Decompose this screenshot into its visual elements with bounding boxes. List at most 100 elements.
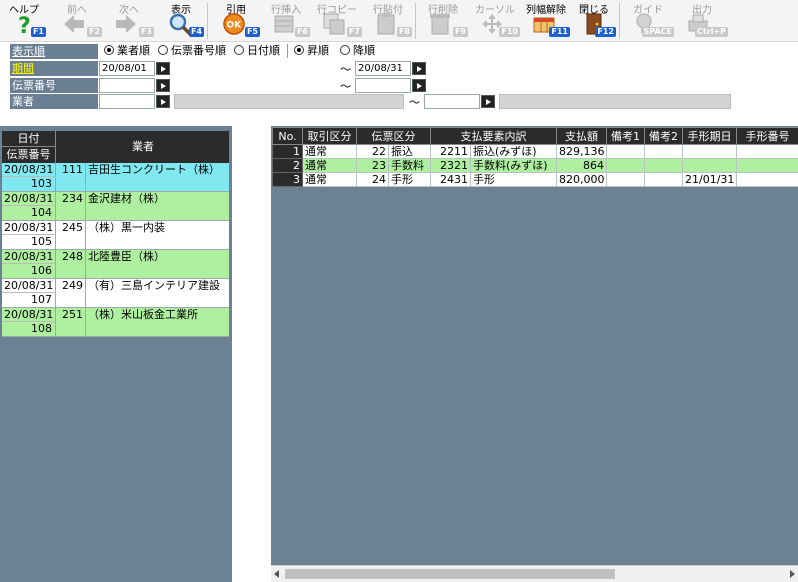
f12-key: F12 (595, 27, 616, 37)
row-insert-button[interactable]: 行挿入 F6 (262, 0, 310, 42)
row-slip-number: 105 (2, 235, 56, 249)
row-date: 20/08/31 (2, 279, 56, 293)
toolbar-separator (415, 3, 416, 39)
space-key: SPACE (641, 27, 674, 37)
display-button[interactable]: 表示 F4 (158, 0, 204, 42)
f6-key: F6 (294, 27, 310, 37)
period-to-dropdown-button[interactable] (412, 62, 426, 75)
row-paste-button[interactable]: 行貼付 F8 (364, 0, 412, 42)
slip-tilde: ～ (340, 80, 351, 93)
detail-table: No. 取引区分 伝票区分 支払要素内訳 支払額 備考1 備考2 手形期日 手形… (272, 127, 798, 187)
row-detail-code[interactable]: 2211 (430, 144, 471, 159)
row-slip-category[interactable]: 手数料 (388, 158, 431, 173)
horizontal-scrollbar[interactable] (271, 565, 798, 582)
row-memo1[interactable] (606, 172, 645, 187)
row-memo1[interactable] (606, 158, 645, 173)
row-number[interactable]: 1 (272, 144, 303, 159)
column-width-reset-button[interactable]: 列幅解除 F11 (522, 0, 570, 42)
row-amount[interactable]: 864 (556, 158, 607, 173)
row-amount[interactable]: 829,136 (556, 144, 607, 159)
row-detail-code[interactable]: 2321 (430, 158, 471, 173)
row-amount[interactable]: 820,000 (556, 172, 607, 187)
slip-from-input[interactable] (99, 78, 155, 93)
row-kind[interactable]: 通常 (302, 158, 357, 173)
period-label[interactable]: 期間 (10, 61, 98, 77)
slip-list-row[interactable]: 20/08/31 104 234 金沢建材（株） (2, 192, 229, 221)
row-memo2[interactable] (644, 144, 683, 159)
descending-radio[interactable]: 降順 (340, 44, 375, 58)
descending-label: 降順 (353, 44, 375, 57)
scroll-thumb[interactable] (285, 569, 615, 579)
guide-button[interactable]: ガイド SPACE (622, 0, 674, 42)
ok-stamp-icon: OK (223, 13, 245, 35)
row-bill-due[interactable] (682, 158, 737, 173)
row-kind[interactable]: 通常 (302, 172, 357, 187)
sort-by-vendor-radio[interactable]: 業者順 (104, 44, 150, 58)
row-detail-code[interactable]: 2431 (430, 172, 471, 187)
filter-panel: 表示順 業者順 伝票番号順 日付順 昇順 降順 期間 20/08/01 ～ 20… (0, 42, 798, 110)
row-slip-category[interactable]: 振込 (388, 144, 431, 159)
scroll-left-icon[interactable] (274, 570, 279, 578)
arrow-right-icon (116, 15, 136, 33)
vendor-to-dropdown-button[interactable] (481, 95, 495, 108)
sort-by-date-radio[interactable]: 日付順 (234, 44, 280, 58)
detail-row[interactable]: 3 通常 24 手形 2431 手形 820,000 21/01/31 (272, 172, 798, 187)
vendor-from-dropdown-button[interactable] (156, 95, 170, 108)
prev-button[interactable]: 前へ F2 (52, 0, 102, 42)
row-bill-due[interactable]: 21/01/31 (682, 172, 737, 187)
slip-to-input[interactable] (355, 78, 411, 93)
cursor-button[interactable]: カーソル F10 (470, 0, 520, 42)
col-slip-category-header: 伝票区分 (356, 127, 431, 145)
radio-unchecked-icon (158, 45, 168, 55)
help-button[interactable]: ヘルプ ? F1 (2, 0, 46, 42)
slip-from-dropdown-button[interactable] (156, 79, 170, 92)
svg-text:OK: OK (227, 21, 243, 31)
row-bill-number[interactable] (736, 158, 798, 173)
row-number[interactable]: 3 (272, 172, 303, 187)
row-slip-code[interactable]: 22 (356, 144, 389, 159)
row-kind[interactable]: 通常 (302, 144, 357, 159)
sort-order-label[interactable]: 表示順 (10, 44, 98, 60)
quote-button[interactable]: 引用 OK F5 (212, 0, 260, 42)
period-to-input[interactable]: 20/08/31 (355, 61, 411, 76)
row-memo2[interactable] (644, 172, 683, 187)
row-vendor-name: （有）三島インテリア建設 (88, 279, 220, 292)
ascending-radio[interactable]: 昇順 (294, 44, 329, 58)
row-bill-number[interactable] (736, 172, 798, 187)
row-detail-name[interactable]: 手数料(みずほ) (470, 158, 557, 173)
slip-list-row[interactable]: 20/08/31 108 251 （株）米山板金工業所 (2, 308, 229, 337)
row-detail-name[interactable]: 振込(みずほ) (470, 144, 557, 159)
scroll-right-icon[interactable] (790, 570, 795, 578)
date-slip-header: 日付 伝票番号 (2, 131, 56, 163)
period-from-input[interactable]: 20/08/01 (99, 61, 155, 76)
row-delete-button[interactable]: 行削除 F9 (418, 0, 468, 42)
slip-list-row[interactable]: 20/08/31 107 249 （有）三島インテリア建設 (2, 279, 229, 308)
period-from-dropdown-button[interactable] (156, 62, 170, 75)
detail-row[interactable]: 1 通常 22 振込 2211 振込(みずほ) 829,136 (272, 144, 798, 159)
sort-by-slip-label: 伝票番号順 (171, 44, 226, 57)
vendor-from-input[interactable] (99, 94, 155, 109)
row-detail-name[interactable]: 手形 (470, 172, 557, 187)
next-button[interactable]: 次へ F3 (104, 0, 154, 42)
detail-row[interactable]: 2 通常 23 手数料 2321 手数料(みずほ) 864 (272, 158, 798, 173)
slip-list-row[interactable]: 20/08/31 105 245 （株）黒一内装 (2, 221, 229, 250)
row-copy-button[interactable]: 行コピー F7 (312, 0, 362, 42)
close-button[interactable]: 閉じる F12 (572, 0, 616, 42)
slip-to-dropdown-button[interactable] (412, 79, 426, 92)
sort-by-slip-radio[interactable]: 伝票番号順 (158, 44, 226, 58)
vendor-to-input[interactable] (424, 94, 480, 109)
row-vendor-name: 北陸豊臣（株） (88, 250, 165, 263)
print-button[interactable]: 出力 Ctrl+P (676, 0, 728, 42)
row-memo2[interactable] (644, 158, 683, 173)
slip-list-row[interactable]: 20/08/31 106 248 北陸豊臣（株） (2, 250, 229, 279)
row-slip-code[interactable]: 24 (356, 172, 389, 187)
period-text: 期間 (12, 62, 34, 75)
slip-list-row[interactable]: 20/08/31 103 111 吉田生コンクリート（株） (2, 163, 229, 192)
row-bill-due[interactable] (682, 144, 737, 159)
row-slip-code[interactable]: 23 (356, 158, 389, 173)
row-slip-category[interactable]: 手形 (388, 172, 431, 187)
row-bill-number[interactable] (736, 144, 798, 159)
row-memo1[interactable] (606, 144, 645, 159)
row-number[interactable]: 2 (272, 158, 303, 173)
col-memo2-header: 備考2 (644, 127, 683, 145)
